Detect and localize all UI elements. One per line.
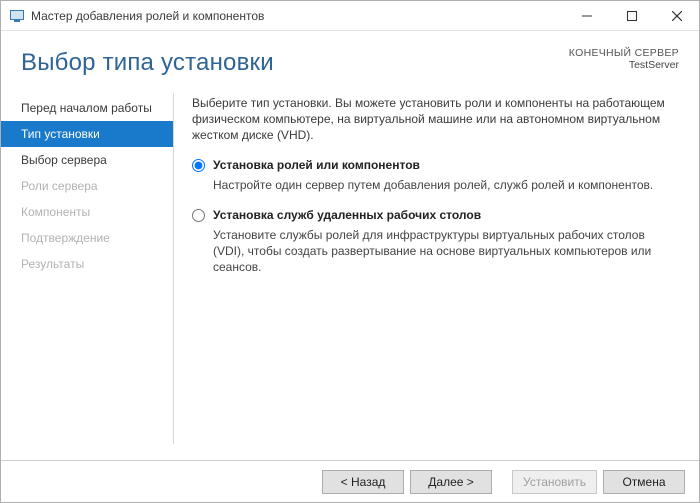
back-button[interactable]: < Назад bbox=[322, 470, 404, 494]
cancel-button[interactable]: Отмена bbox=[603, 470, 685, 494]
option-rds[interactable]: Установка служб удаленных рабочих столов bbox=[192, 207, 675, 223]
sidebar-item-installation-type[interactable]: Тип установки bbox=[1, 121, 173, 147]
window-controls bbox=[564, 1, 699, 31]
titlebar: Мастер добавления ролей и компонентов bbox=[1, 1, 699, 31]
radio-role-based[interactable] bbox=[192, 159, 205, 172]
sidebar-item-features: Компоненты bbox=[1, 199, 173, 225]
close-button[interactable] bbox=[654, 1, 699, 31]
install-button: Установить bbox=[512, 470, 597, 494]
sidebar-item-label: Тип установки bbox=[21, 127, 100, 141]
sidebar-item-label: Результаты bbox=[21, 257, 84, 271]
option-title: Установка ролей или компонентов bbox=[213, 157, 420, 173]
header: Выбор типа установки КОНЕЧНЫЙ СЕРВЕР Tes… bbox=[1, 31, 699, 87]
destination-box: КОНЕЧНЫЙ СЕРВЕР TestServer bbox=[569, 47, 679, 71]
sidebar-item-results: Результаты bbox=[1, 251, 173, 277]
next-button[interactable]: Далее > bbox=[410, 470, 492, 494]
footer: < Назад Далее > Установить Отмена bbox=[1, 460, 699, 502]
option-role-based[interactable]: Установка ролей или компонентов bbox=[192, 157, 675, 173]
sidebar-item-server-selection[interactable]: Выбор сервера bbox=[1, 147, 173, 173]
destination-value: TestServer bbox=[569, 59, 679, 71]
option-desc: Установите службы ролей для инфраструкту… bbox=[213, 227, 675, 275]
content: Выберите тип установки. Вы можете устано… bbox=[173, 93, 699, 444]
sidebar-item-label: Компоненты bbox=[21, 205, 90, 219]
maximize-button[interactable] bbox=[609, 1, 654, 31]
sidebar-item-before-you-begin[interactable]: Перед началом работы bbox=[1, 95, 173, 121]
app-icon bbox=[9, 8, 25, 24]
body: Перед началом работы Тип установки Выбор… bbox=[1, 87, 699, 444]
sidebar-item-label: Выбор сервера bbox=[21, 153, 107, 167]
sidebar-item-label: Роли сервера bbox=[21, 179, 98, 193]
option-desc: Настройте один сервер путем добавления р… bbox=[213, 177, 675, 193]
radio-rds[interactable] bbox=[192, 209, 205, 222]
sidebar-item-confirmation: Подтверждение bbox=[1, 225, 173, 251]
destination-label: КОНЕЧНЫЙ СЕРВЕР bbox=[569, 47, 679, 59]
minimize-button[interactable] bbox=[564, 1, 609, 31]
sidebar-item-server-roles: Роли сервера bbox=[1, 173, 173, 199]
intro-text: Выберите тип установки. Вы можете устано… bbox=[192, 95, 675, 143]
sidebar-item-label: Подтверждение bbox=[21, 231, 110, 245]
sidebar-item-label: Перед началом работы bbox=[21, 101, 152, 115]
option-title: Установка служб удаленных рабочих столов bbox=[213, 207, 481, 223]
window-title: Мастер добавления ролей и компонентов bbox=[31, 9, 264, 23]
sidebar: Перед началом работы Тип установки Выбор… bbox=[1, 93, 173, 444]
